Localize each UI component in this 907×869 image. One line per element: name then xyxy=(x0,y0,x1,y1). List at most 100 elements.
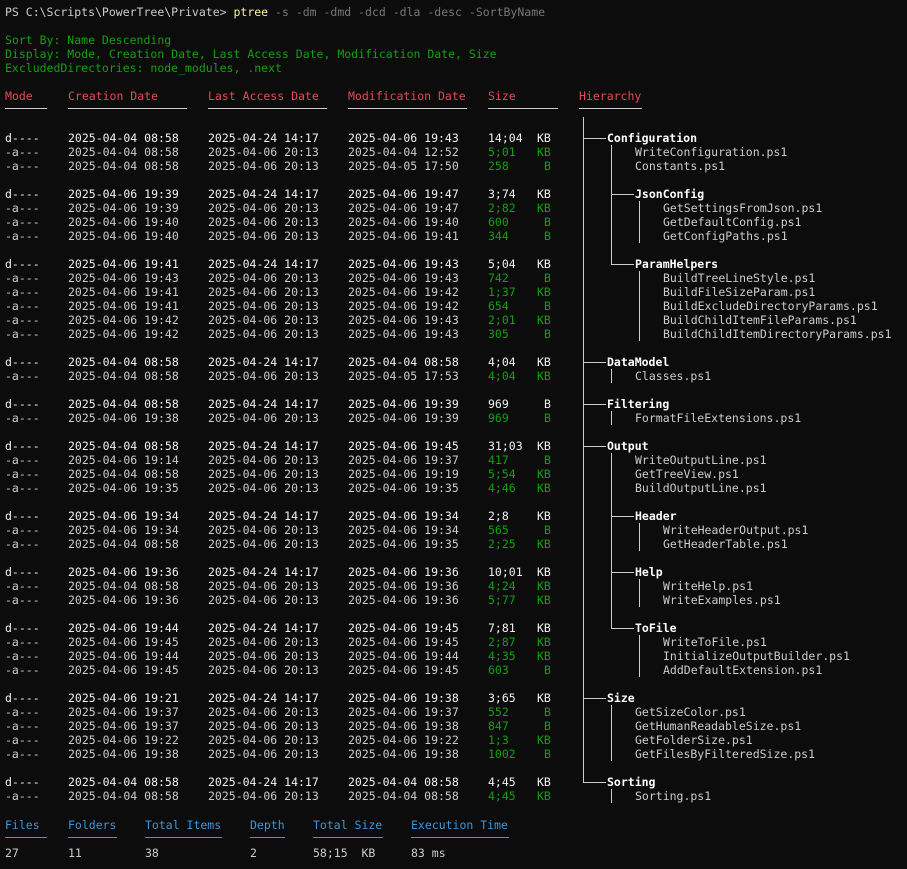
file-row: -a--- 2025-04-06 19:37 2025-04-06 20:13 202… xyxy=(0,705,907,719)
file-name: AddDefaultExtension.ps1 xyxy=(663,663,823,677)
last-access-date-cell: 2025-04-06 20:13 xyxy=(208,327,319,341)
creation-date-cell: 2025-04-06 19:41 xyxy=(68,257,179,271)
size-cell: 2;87 xyxy=(488,635,516,649)
mode-cell: -a--- xyxy=(5,663,40,677)
last-access-date-cell: 2025-04-06 20:13 xyxy=(208,537,319,551)
folder-name: ParamHelpers xyxy=(635,257,719,271)
last-access-date-cell: 2025-04-06 20:13 xyxy=(208,719,319,733)
creation-date-cell: 2025-04-06 19:45 xyxy=(68,635,179,649)
last-access-date-cell: 2025-04-06 20:13 xyxy=(208,229,319,243)
creation-date-cell: 2025-04-04 08:58 xyxy=(68,159,179,173)
file-name: BuildChildItemDirectoryParams.ps1 xyxy=(663,327,892,341)
mode-cell: -a--- xyxy=(5,411,40,425)
footer-total-items-header: Total Items xyxy=(145,818,222,832)
footer-files-header: Files xyxy=(5,818,40,832)
modification-date-cell: 2025-04-04 12:52 xyxy=(348,145,459,159)
creation-date-cell: 2025-04-06 19:41 xyxy=(68,299,179,313)
size-cell: 1002 xyxy=(488,747,516,761)
modification-date-cell: 2025-04-06 19:43 xyxy=(348,271,459,285)
mode-cell: d---- xyxy=(5,621,40,635)
size-unit-cell: KB xyxy=(537,691,551,705)
last-access-date-cell: 2025-04-06 20:13 xyxy=(208,215,319,229)
header-mode: Mode xyxy=(5,89,33,103)
size-cell: 603 xyxy=(488,663,509,677)
size-unit-cell: KB xyxy=(537,635,551,649)
file-name: GetFolderSize.ps1 xyxy=(635,733,753,747)
size-cell: 344 xyxy=(488,229,509,243)
file-name: BuildChildItemFileParams.ps1 xyxy=(663,313,857,327)
directory-row: d---- 2025-04-04 08:58 2025-04-24 14:17 202… xyxy=(0,775,907,789)
tree-branch-line xyxy=(611,789,612,803)
size-cell: 847 xyxy=(488,719,509,733)
file-row: -a--- 2025-04-06 19:22 2025-04-06 20:13 202… xyxy=(0,733,907,747)
directory-row: d---- 2025-04-04 08:58 2025-04-24 14:17 202… xyxy=(0,131,907,145)
mode-cell: d---- xyxy=(5,257,40,271)
mode-cell: -a--- xyxy=(5,705,40,719)
size-cell: 258 xyxy=(488,159,509,173)
modification-date-cell: 2025-04-04 08:58 xyxy=(348,789,459,803)
modification-date-cell: 2025-04-06 19:43 xyxy=(348,131,459,145)
modification-date-cell: 2025-04-04 08:58 xyxy=(348,775,459,789)
header-underline xyxy=(348,108,467,109)
creation-date-cell: 2025-04-04 08:58 xyxy=(68,355,179,369)
prompt-line: PS C:\Scripts\PowerTree\Private> ptree -… xyxy=(5,5,545,19)
size-cell: 742 xyxy=(488,271,509,285)
modification-date-cell: 2025-04-06 19:38 xyxy=(348,691,459,705)
footer-depth-header: Depth xyxy=(250,818,285,832)
size-unit-cell: KB xyxy=(537,285,551,299)
file-name: FormatFileExtensions.ps1 xyxy=(635,411,802,425)
creation-date-cell: 2025-04-04 08:58 xyxy=(68,579,179,593)
mode-cell: -a--- xyxy=(5,481,40,495)
size-cell: 14;04 xyxy=(488,131,523,145)
mode-cell: -a--- xyxy=(5,733,40,747)
size-unit-cell: KB xyxy=(537,593,551,607)
modification-date-cell: 2025-04-06 19:37 xyxy=(348,705,459,719)
tree-connector-line xyxy=(583,362,606,363)
modification-date-cell: 2025-04-06 19:41 xyxy=(348,229,459,243)
creation-date-cell: 2025-04-04 08:58 xyxy=(68,397,179,411)
file-row: -a--- 2025-04-06 19:34 2025-04-06 20:13 202… xyxy=(0,523,907,537)
header-size: Size xyxy=(488,89,516,103)
size-unit-cell: B xyxy=(544,719,551,733)
modification-date-cell: 2025-04-06 19:34 xyxy=(348,523,459,537)
file-row: -a--- 2025-04-06 19:45 2025-04-06 20:13 202… xyxy=(0,635,907,649)
directory-row: d---- 2025-04-06 19:41 2025-04-24 14:17 202… xyxy=(0,257,907,271)
last-access-date-cell: 2025-04-06 20:13 xyxy=(208,159,319,173)
size-cell: 5;54 xyxy=(488,467,516,481)
mode-cell: d---- xyxy=(5,187,40,201)
last-access-date-cell: 2025-04-06 20:13 xyxy=(208,201,319,215)
file-name: WriteExamples.ps1 xyxy=(663,593,781,607)
last-access-date-cell: 2025-04-06 20:13 xyxy=(208,145,319,159)
mode-cell: -a--- xyxy=(5,579,40,593)
tree-branch-line xyxy=(639,579,640,607)
size-cell: 969 xyxy=(488,411,509,425)
footer-underline xyxy=(68,837,117,838)
last-access-date-cell: 2025-04-24 14:17 xyxy=(208,691,319,705)
modification-date-cell: 2025-04-06 19:45 xyxy=(348,439,459,453)
file-name: GetConfigPaths.ps1 xyxy=(663,229,788,243)
size-cell: 565 xyxy=(488,523,509,537)
directory-row: d---- 2025-04-06 19:44 2025-04-24 14:17 202… xyxy=(0,621,907,635)
mode-cell: -a--- xyxy=(5,649,40,663)
size-cell: 417 xyxy=(488,453,509,467)
last-access-date-cell: 2025-04-24 14:17 xyxy=(208,355,319,369)
size-unit-cell: KB xyxy=(537,201,551,215)
tree-branch-line xyxy=(611,369,612,383)
directory-row: d---- 2025-04-04 08:58 2025-04-24 14:17 202… xyxy=(0,397,907,411)
file-row: -a--- 2025-04-06 19:45 2025-04-06 20:13 202… xyxy=(0,663,907,677)
directory-row: d---- 2025-04-04 08:58 2025-04-24 14:17 202… xyxy=(0,355,907,369)
creation-date-cell: 2025-04-06 19:38 xyxy=(68,411,179,425)
creation-date-cell: 2025-04-04 08:58 xyxy=(68,131,179,145)
size-unit-cell: KB xyxy=(537,355,551,369)
size-unit-cell: KB xyxy=(537,537,551,551)
file-row: -a--- 2025-04-04 08:58 2025-04-06 20:13 202… xyxy=(0,789,907,803)
modification-date-cell: 2025-04-06 19:45 xyxy=(348,621,459,635)
size-cell: 305 xyxy=(488,327,509,341)
last-access-date-cell: 2025-04-24 14:17 xyxy=(208,565,319,579)
last-access-date-cell: 2025-04-06 20:13 xyxy=(208,369,319,383)
file-row: -a--- 2025-04-06 19:38 2025-04-06 20:13 202… xyxy=(0,747,907,761)
size-unit-cell: KB xyxy=(537,467,551,481)
directory-row: d---- 2025-04-06 19:39 2025-04-24 14:17 202… xyxy=(0,187,907,201)
mode-cell: d---- xyxy=(5,397,40,411)
sort-info: Sort By: Name Descending xyxy=(5,33,172,47)
